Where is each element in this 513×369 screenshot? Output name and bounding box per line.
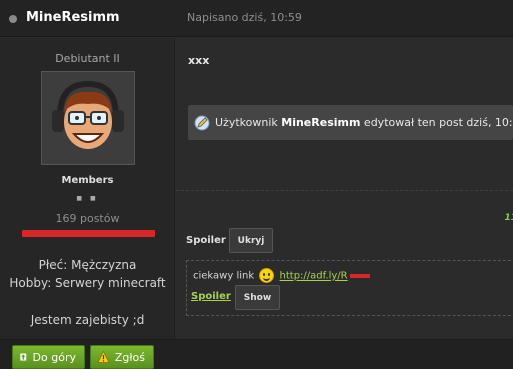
green-tag: 11 bbox=[504, 213, 513, 223]
post-header: MineResimm Napisano dziś, 10:59 bbox=[0, 0, 513, 37]
post-date: Napisano dziś, 10:59 bbox=[187, 11, 302, 24]
user-signature: Jestem zajebisty ;d bbox=[30, 313, 145, 327]
inner-spoiler-label[interactable]: Spoiler bbox=[191, 291, 231, 302]
user-rank: Debiutant II bbox=[55, 52, 120, 65]
report-button[interactable]: Zgłoś bbox=[90, 345, 154, 369]
spoiler-hide-button[interactable]: Ukryj bbox=[229, 228, 273, 253]
avatar-image bbox=[42, 72, 134, 164]
post-content: xxx bbox=[188, 54, 210, 67]
redaction-bar bbox=[22, 230, 155, 237]
edit-notice-text: Użytkownik MineResimm edytował ten post … bbox=[215, 116, 513, 129]
profile-field-gender: Płeć: Mężczyzna bbox=[38, 258, 137, 272]
edit-notice: Użytkownik MineResimm edytował ten post … bbox=[188, 105, 513, 140]
link-prefix: ciekawy link bbox=[193, 270, 255, 282]
spoiler-label: Spoiler bbox=[186, 235, 226, 246]
author-name-link[interactable]: MineResimm bbox=[26, 10, 120, 25]
author-sidebar: Debiutant II Members ■ ■ 169 postów Płeć… bbox=[0, 38, 175, 339]
back-to-top-label: Do góry bbox=[32, 350, 76, 364]
report-label: Zgłoś bbox=[114, 350, 145, 364]
rank-pips: ■ ■ bbox=[76, 195, 99, 202]
post-body: xxx Użytkownik MineResimm edytował ten p… bbox=[176, 38, 513, 339]
smiley-icon bbox=[259, 268, 275, 283]
post-footer: Do góry Zgłoś bbox=[0, 339, 513, 369]
post-count: 169 postów bbox=[55, 212, 120, 225]
link-line: ciekawy link http://adf.ly/R bbox=[193, 268, 370, 283]
user-group: Members bbox=[61, 175, 114, 186]
online-status-icon bbox=[9, 15, 17, 23]
spoiler-content: ciekawy link http://adf.ly/R Spoiler Sho… bbox=[186, 260, 513, 316]
edit-pencil-icon bbox=[194, 115, 210, 131]
edit-notice-user[interactable]: MineResimm bbox=[281, 116, 360, 129]
avatar[interactable] bbox=[41, 71, 135, 165]
section-divider bbox=[176, 190, 513, 191]
external-link[interactable]: http://adf.ly/R bbox=[280, 271, 348, 282]
back-to-top-button[interactable]: Do góry bbox=[12, 345, 85, 369]
arrow-up-icon bbox=[20, 353, 27, 361]
spoiler-show-button[interactable]: Show bbox=[235, 285, 280, 310]
warning-icon bbox=[97, 350, 110, 363]
profile-field-hobby: Hobby: Serwery minecraft bbox=[9, 276, 166, 290]
link-redaction bbox=[349, 273, 370, 278]
